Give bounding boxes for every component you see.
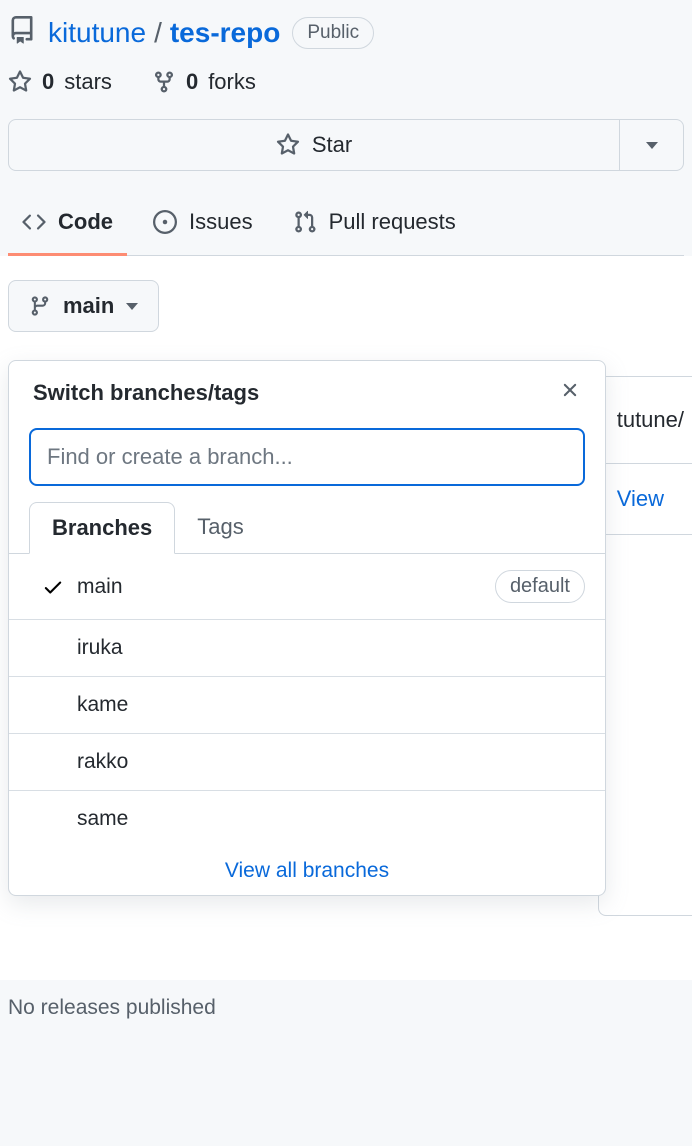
caret-down-icon: [126, 303, 138, 310]
stars-label: stars: [64, 69, 112, 95]
forks-stat[interactable]: 0 forks: [152, 69, 256, 95]
branch-item[interactable]: iruka: [9, 620, 605, 677]
current-branch-label: main: [63, 293, 114, 319]
tab-issues[interactable]: Issues: [139, 195, 267, 255]
caret-down-icon: [646, 142, 658, 149]
stats-row: 0 stars 0 forks: [8, 69, 684, 95]
breadcrumb: kitutune / tes-repo: [48, 17, 280, 49]
code-icon: [22, 210, 46, 234]
forks-label: forks: [208, 69, 256, 95]
popover-tab-tags[interactable]: Tags: [175, 502, 265, 553]
popover-tab-branches[interactable]: Branches: [29, 502, 175, 554]
close-button[interactable]: [555, 375, 585, 410]
partial-text: tutune/: [599, 377, 692, 464]
close-icon: [559, 379, 581, 401]
check-icon: [42, 576, 64, 598]
stars-count: 0: [42, 69, 54, 95]
branch-icon: [29, 295, 51, 317]
releases-text: No releases published: [0, 980, 692, 1036]
stars-stat[interactable]: 0 stars: [8, 69, 112, 95]
partial-content-behind: tutune/ View: [598, 376, 692, 916]
forks-count: 0: [186, 69, 198, 95]
tab-label: Code: [58, 209, 113, 235]
tab-pull-requests[interactable]: Pull requests: [279, 195, 470, 255]
owner-link[interactable]: kitutune: [48, 17, 146, 49]
branch-item[interactable]: rakko: [9, 734, 605, 791]
partial-link[interactable]: View: [599, 464, 692, 535]
branch-item[interactable]: kame: [9, 677, 605, 734]
visibility-badge: Public: [292, 17, 374, 49]
branch-name: iruka: [77, 636, 585, 660]
tab-label: Issues: [189, 209, 253, 235]
branch-switcher-popover: Switch branches/tags Branches Tags maind…: [8, 360, 606, 896]
branch-select-button[interactable]: main: [8, 280, 159, 332]
branch-item[interactable]: maindefault: [9, 554, 605, 620]
repo-icon: [8, 16, 36, 49]
repo-link[interactable]: tes-repo: [170, 17, 280, 49]
view-all-branches-link[interactable]: View all branches: [9, 847, 605, 895]
branch-name: same: [77, 807, 585, 831]
popover-title: Switch branches/tags: [33, 380, 259, 406]
repo-title-row: kitutune / tes-repo Public: [8, 16, 684, 49]
pull-request-icon: [293, 210, 317, 234]
branch-name: kame: [77, 693, 585, 717]
star-button[interactable]: Star: [8, 119, 620, 171]
star-icon: [8, 70, 32, 94]
issues-icon: [153, 210, 177, 234]
branch-item[interactable]: same: [9, 791, 605, 847]
branch-name: main: [77, 575, 495, 599]
tab-label: Pull requests: [329, 209, 456, 235]
branch-search-input[interactable]: [29, 428, 585, 486]
fork-icon: [152, 70, 176, 94]
check-slot: [29, 576, 77, 598]
branch-list: maindefault iruka kame rakko same: [9, 553, 605, 847]
star-icon: [276, 133, 300, 157]
star-button-label: Star: [312, 132, 352, 158]
star-dropdown-button[interactable]: [620, 119, 684, 171]
repo-tabs: Code Issues Pull requests: [8, 195, 684, 256]
default-badge: default: [495, 570, 585, 603]
branch-name: rakko: [77, 750, 585, 774]
tab-code[interactable]: Code: [8, 195, 127, 255]
breadcrumb-separator: /: [154, 17, 162, 49]
